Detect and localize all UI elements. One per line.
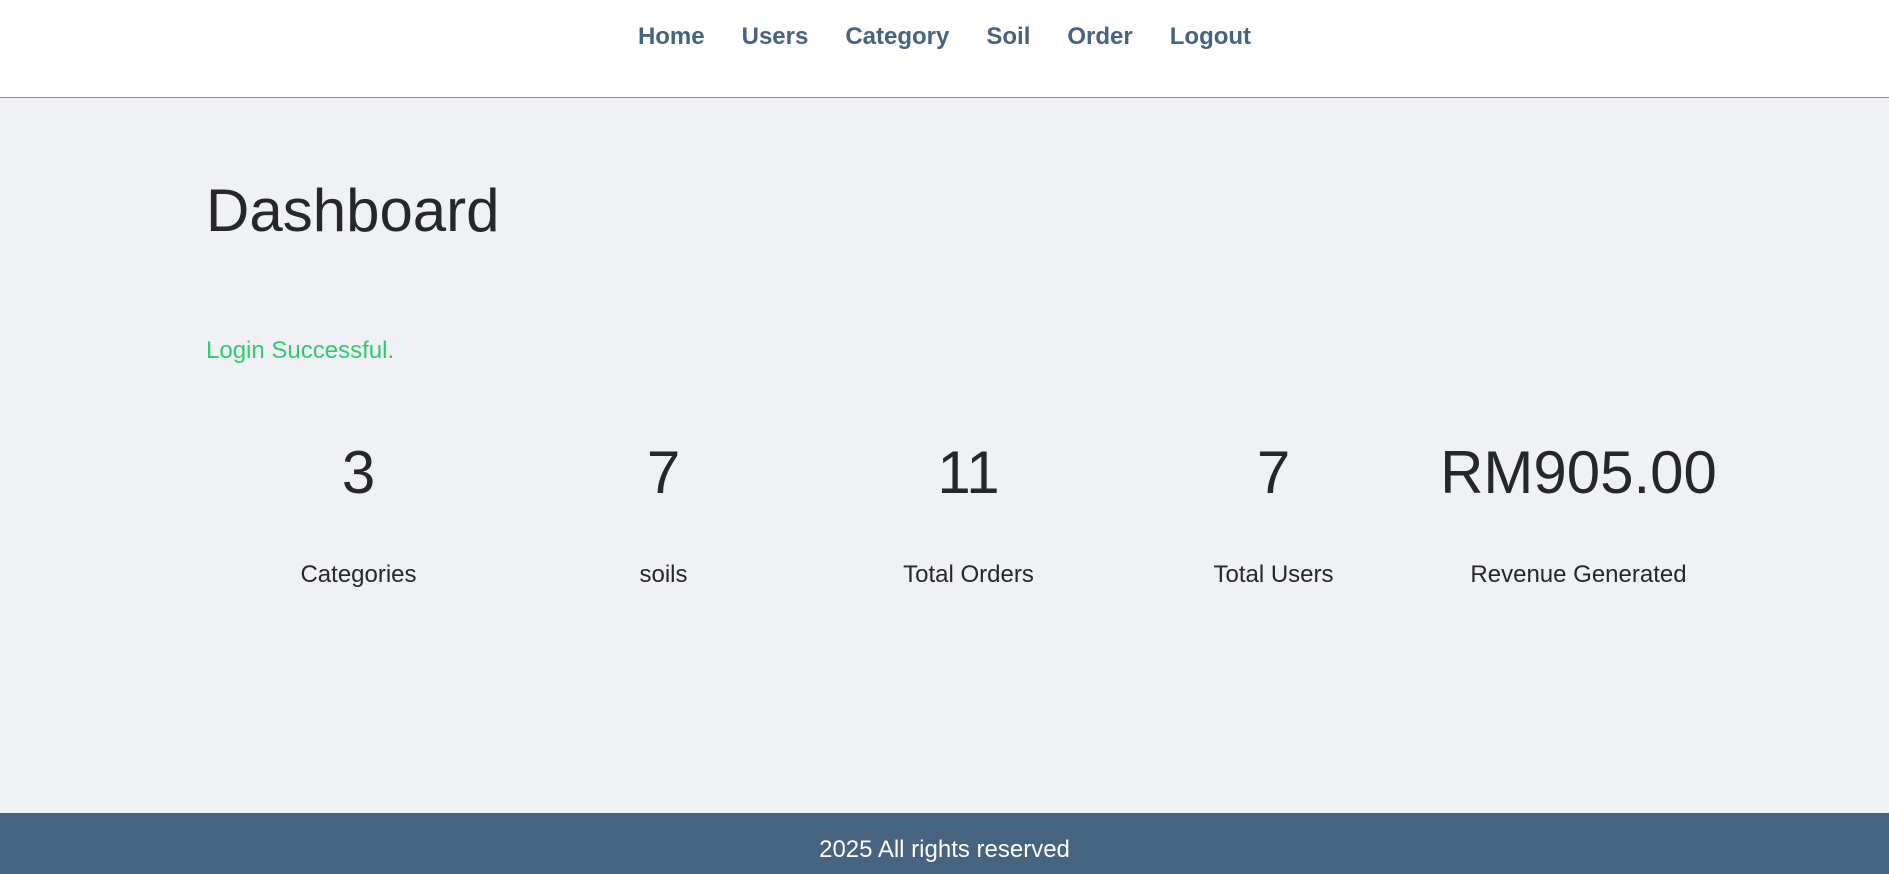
nav-link-logout[interactable]: Logout xyxy=(1151,22,1269,52)
main-nav: Home Users Category Soil Order Logout xyxy=(0,22,1889,52)
site-footer: 2025 All rights reserved xyxy=(0,813,1889,874)
nav-link-home[interactable]: Home xyxy=(619,22,723,52)
stat-label: Total Orders xyxy=(903,561,1034,588)
nav-link-users[interactable]: Users xyxy=(723,22,827,52)
stat-label: Categories xyxy=(300,561,417,588)
stat-value: 7 xyxy=(646,439,681,506)
stat-value: 3 xyxy=(341,439,376,506)
footer-copyright: 2025 All rights reserved xyxy=(819,836,1070,863)
top-navbar: Home Users Category Soil Order Logout xyxy=(0,0,1889,98)
stats-row: 3 Categories 7 soils 11 Total Orders 7 T… xyxy=(206,438,1731,590)
nav-link-category[interactable]: Category xyxy=(827,22,968,52)
nav-link-soil[interactable]: Soil xyxy=(968,22,1049,52)
stat-value: RM905.00 xyxy=(1440,439,1717,506)
stat-label: Revenue Generated xyxy=(1470,561,1687,588)
stat-value: 11 xyxy=(937,439,1000,506)
nav-link-order[interactable]: Order xyxy=(1049,22,1151,52)
stat-label: Total Users xyxy=(1213,561,1334,588)
page-title: Dashboard xyxy=(206,177,500,244)
stat-categories: 3 Categories xyxy=(206,438,511,590)
stat-value: 7 xyxy=(1256,439,1291,506)
stat-soils: 7 soils xyxy=(511,438,816,590)
stat-total-users: 7 Total Users xyxy=(1121,438,1426,590)
stat-label: soils xyxy=(639,561,688,588)
stat-revenue-generated: RM905.00 Revenue Generated xyxy=(1426,438,1731,590)
login-success-message: Login Successful. xyxy=(206,337,395,364)
stat-total-orders: 11 Total Orders xyxy=(816,438,1121,590)
